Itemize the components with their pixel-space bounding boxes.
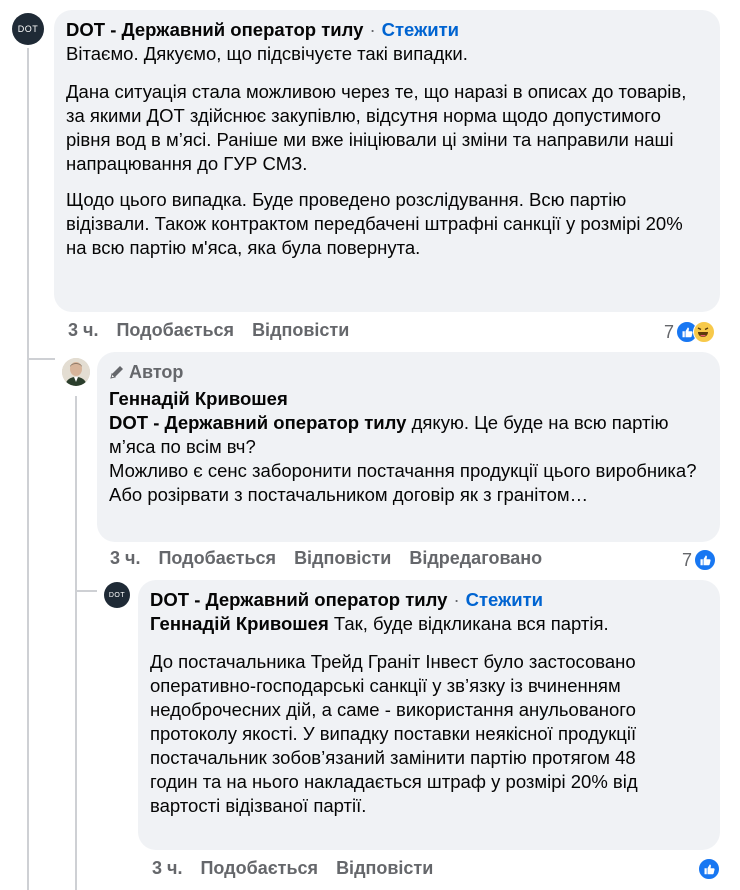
- comment-line: Можливо є сенс заборонити постачання про…: [109, 460, 697, 481]
- reactions[interactable]: 7: [664, 321, 716, 343]
- comment-line: Так, буде відкликана вся партія.: [333, 613, 609, 634]
- author-badge-label: Автор: [129, 362, 184, 382]
- like-reaction-icon: [698, 858, 720, 880]
- author-badge: Автор: [109, 360, 708, 384]
- comment-author[interactable]: Геннадій Кривошея: [109, 387, 708, 411]
- pencil-icon: [110, 366, 123, 379]
- comment-actions: 3 ч. Подобається Відповісти: [152, 858, 433, 879]
- comment-actions: 3 ч. Подобається Відповісти: [68, 320, 349, 341]
- follow-link[interactable]: Стежити: [466, 588, 543, 612]
- reaction-count: 7: [664, 321, 675, 342]
- comment-actions: 3 ч. Подобається Відповісти Відредагован…: [110, 548, 542, 569]
- comment-author[interactable]: DOT - Державний оператор тилу: [150, 588, 447, 612]
- follow-link[interactable]: Стежити: [382, 18, 459, 42]
- mention-link[interactable]: Геннадій Кривошея: [150, 613, 329, 634]
- comment-line: Або розірвати з постачальником договір я…: [109, 484, 589, 505]
- reply-bubble: DOT - Державний оператор тилу · Стежити …: [138, 580, 720, 850]
- timestamp[interactable]: 3 ч.: [68, 320, 98, 341]
- separator: ·: [369, 19, 376, 40]
- dot-avatar[interactable]: DOT: [104, 582, 130, 608]
- reaction-count: 7: [682, 549, 693, 570]
- edited-label[interactable]: Відредаговано: [409, 548, 542, 569]
- thread-line: [27, 358, 55, 360]
- avatar-label: DOT: [108, 591, 126, 599]
- like-button[interactable]: Подобається: [158, 548, 276, 569]
- comment-text: Геннадій Кривошея Так, буде відкликана в…: [150, 612, 708, 636]
- comment-text: Дана ситуація стала можливою через те, щ…: [66, 81, 687, 174]
- thread-line: [75, 590, 97, 592]
- dot-avatar[interactable]: DOT: [12, 13, 44, 45]
- reply-button[interactable]: Відповісти: [294, 548, 391, 569]
- timestamp[interactable]: 3 ч.: [110, 548, 140, 569]
- thread-line: [27, 48, 29, 890]
- user-avatar[interactable]: [62, 358, 90, 386]
- reply-button[interactable]: Відповісти: [252, 320, 349, 341]
- avatar-label: DOT: [17, 24, 39, 34]
- like-button[interactable]: Подобається: [200, 858, 318, 879]
- haha-reaction-icon: [693, 321, 716, 343]
- reply-button[interactable]: Відповісти: [336, 858, 433, 879]
- timestamp[interactable]: 3 ч.: [152, 858, 182, 879]
- like-button[interactable]: Подобається: [116, 320, 234, 341]
- thread-line: [75, 396, 77, 890]
- reply-bubble: Автор Геннадій Кривошея DOT - Державний …: [97, 352, 720, 542]
- reactions[interactable]: [698, 858, 720, 880]
- comment-text: Щодо цього випадка. Буде проведено розсл…: [66, 189, 683, 258]
- comment-text: DOT - Державний оператор тилу дякую. Це …: [109, 411, 708, 459]
- comment-text: До постачальника Трейд Граніт Інвест бул…: [150, 651, 638, 816]
- separator: ·: [453, 589, 460, 610]
- mention-link[interactable]: DOT - Державний оператор тилу: [109, 412, 406, 433]
- like-reaction-icon: [694, 549, 717, 571]
- reactions[interactable]: 7: [682, 549, 717, 571]
- comment-text: Вітаємо. Дякуємо, що підсвічуєте такі ви…: [66, 43, 468, 64]
- comment-bubble: DOT - Державний оператор тилу · Стежити …: [54, 10, 720, 312]
- comment-author[interactable]: DOT - Державний оператор тилу: [66, 18, 363, 42]
